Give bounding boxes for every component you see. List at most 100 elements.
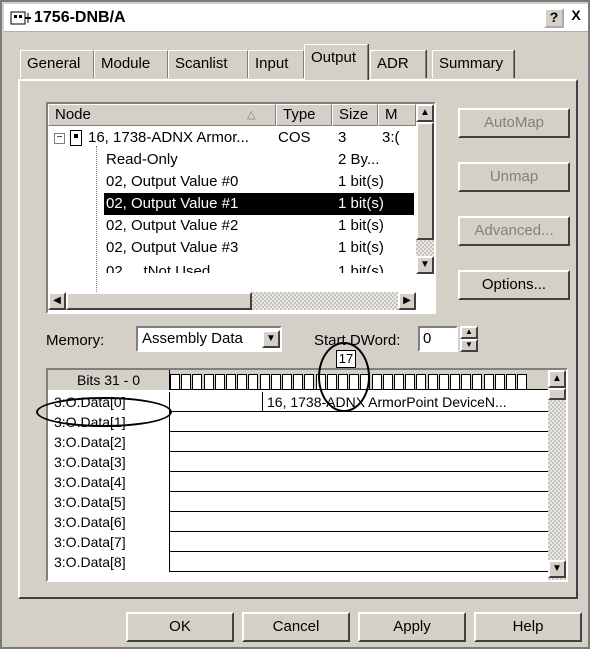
grid-row-0[interactable]: 3:O.Data[0] 16, 1738-ADNX ArmorPoint Dev… <box>48 392 548 412</box>
bit-cell <box>371 374 382 390</box>
tab-summary[interactable]: Summary <box>432 50 514 78</box>
bit-cell <box>405 374 416 390</box>
bit-cell <box>427 374 438 390</box>
bit-cell <box>360 374 371 390</box>
cancel-button[interactable]: Cancel <box>242 612 350 642</box>
grid-row-5[interactable]: 3:O.Data[5] <box>48 492 548 512</box>
bit-cell <box>416 374 427 390</box>
grid-row-6[interactable]: 3:O.Data[6] <box>48 512 548 532</box>
mapped-device-cell[interactable]: 16, 1738-ADNX ArmorPoint DeviceN... <box>262 392 530 412</box>
tree-hscroll-thumb[interactable] <box>66 292 252 310</box>
grid-row-2[interactable]: 3:O.Data[2] <box>48 432 548 452</box>
tree-cell-size: 1 bit(s) <box>338 263 384 273</box>
node-tree[interactable]: Node △ Type Size M − 16, 1738-ADNX Armor… <box>46 102 436 314</box>
grid-header-row: Bits 31 - 0 <box>48 370 548 390</box>
tree-cell-map: 3:( <box>382 129 400 146</box>
close-button[interactable]: X <box>566 8 586 28</box>
tree-row-output-0[interactable]: 02, Output Value #0 <box>106 171 238 193</box>
bit-cell <box>517 374 528 390</box>
options-button[interactable]: Options... <box>458 270 570 300</box>
bit-cell <box>214 374 225 390</box>
automap-button[interactable]: AutoMap <box>458 108 570 138</box>
bit-strip <box>170 370 530 390</box>
tree-vscroll-thumb[interactable] <box>416 122 434 240</box>
tab-general[interactable]: General <box>20 50 94 78</box>
column-header-type[interactable]: Type <box>276 104 332 126</box>
bit-cell <box>338 374 348 390</box>
bit-cell <box>438 374 449 390</box>
memory-select[interactable]: Assembly Data ▼ <box>136 326 282 352</box>
bit-cell <box>293 374 304 390</box>
tree-cell-size: 1 bit(s) <box>338 239 384 256</box>
tree-cell-size: 1 bit(s) <box>338 173 384 190</box>
help-button[interactable]: Help <box>474 612 582 642</box>
tree-row-output-1[interactable]: 02, Output Value #1 1 bit(s) <box>104 193 414 215</box>
bit-cell <box>315 374 326 390</box>
bit-cell <box>494 374 505 390</box>
ok-button[interactable]: OK <box>126 612 234 642</box>
bit-cell <box>181 374 192 390</box>
column-header-map[interactable]: M <box>378 104 416 126</box>
spinner-up-icon[interactable]: ▲ <box>460 326 478 339</box>
scroll-right-icon[interactable]: ▶ <box>398 292 416 310</box>
title-bar: 1756-DNB/A ? X <box>4 4 588 32</box>
advanced-button[interactable]: Advanced... <box>458 216 570 246</box>
grid-row-3[interactable]: 3:O.Data[3] <box>48 452 548 472</box>
bit-cell <box>461 374 472 390</box>
grid-row-4[interactable]: 3:O.Data[4] <box>48 472 548 492</box>
bit-cell <box>326 374 337 390</box>
window-title: 1756-DNB/A <box>34 9 126 26</box>
tree-row-device[interactable]: 16, 1738-ADNX Armor... <box>88 127 268 149</box>
tree-cell-size: 3 <box>338 129 347 146</box>
tree-row-partial[interactable]: 02, ...tNot Used <box>106 261 210 273</box>
apply-button[interactable]: Apply <box>358 612 466 642</box>
start-dword-label: Start DWord: <box>314 332 401 349</box>
tab-output[interactable]: Output <box>304 44 368 80</box>
grid-vscroll-thumb[interactable] <box>548 388 566 400</box>
scroll-down-icon[interactable]: ▼ <box>416 256 434 274</box>
expand-collapse-icon[interactable]: − <box>54 133 65 144</box>
bit-indicator: 17 <box>336 350 356 368</box>
tab-adr[interactable]: ADR <box>370 50 426 78</box>
bit-cell <box>203 374 214 390</box>
tree-row-output-2[interactable]: 02, Output Value #2 <box>106 215 238 237</box>
tab-input[interactable]: Input <box>248 50 304 78</box>
help-title-button[interactable]: ? <box>544 8 564 28</box>
bit-cell <box>259 374 270 390</box>
tree-row-output-3[interactable]: 02, Output Value #3 <box>106 237 238 259</box>
bit-cell <box>506 374 516 390</box>
grid-vertical-scrollbar[interactable] <box>548 370 566 580</box>
tree-cell-size: 1 bit(s) <box>338 217 384 234</box>
module-icon <box>10 11 31 25</box>
bit-cell <box>382 374 393 390</box>
start-dword-input[interactable]: 0 <box>418 326 458 352</box>
spinner-down-icon[interactable]: ▼ <box>460 339 478 352</box>
bit-cell <box>394 374 404 390</box>
grid-scroll-down-icon[interactable]: ▼ <box>548 560 566 578</box>
scroll-left-icon[interactable]: ◀ <box>48 292 66 310</box>
dropdown-arrow-icon[interactable]: ▼ <box>262 330 280 348</box>
bit-cell <box>192 374 203 390</box>
bit-cell <box>450 374 460 390</box>
tab-module[interactable]: Module <box>94 50 168 78</box>
bit-cell <box>483 374 494 390</box>
tree-row-readonly[interactable]: Read-Only <box>106 149 178 171</box>
grid-row-8[interactable]: 3:O.Data[8] <box>48 552 548 572</box>
tab-scanlist[interactable]: Scanlist <box>168 50 248 78</box>
bit-cell <box>270 374 281 390</box>
device-icon <box>70 130 82 146</box>
grid-row-1[interactable]: 3:O.Data[1] <box>48 412 548 432</box>
bit-cell <box>226 374 236 390</box>
column-header-node[interactable]: Node △ <box>48 104 276 126</box>
bit-map-grid[interactable]: Bits 31 - 0 3:O.Data[0] 16, 1738-ADNX Ar… <box>46 368 568 582</box>
tree-line <box>96 146 97 306</box>
scroll-up-icon[interactable]: ▲ <box>416 104 434 122</box>
bit-cell <box>237 374 248 390</box>
memory-label: Memory: <box>46 332 105 349</box>
grid-scroll-up-icon[interactable]: ▲ <box>548 370 566 388</box>
sort-arrow-icon: △ <box>247 109 256 121</box>
grid-row-7[interactable]: 3:O.Data[7] <box>48 532 548 552</box>
unmap-button[interactable]: Unmap <box>458 162 570 192</box>
column-header-size[interactable]: Size <box>332 104 378 126</box>
tree-cell-size: 2 By... <box>338 151 380 168</box>
